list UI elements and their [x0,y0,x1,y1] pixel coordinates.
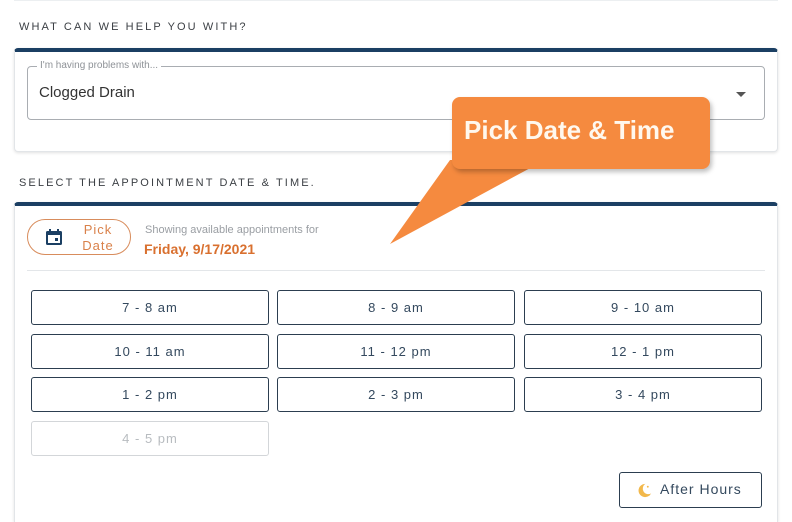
pick-date-button[interactable]: Pick Date [27,219,131,255]
time-slot-button[interactable]: 11 - 12 pm [277,334,515,369]
after-hours-button[interactable]: After Hours [619,472,762,508]
pick-date-label: Pick Date [78,222,118,254]
top-divider [14,0,778,1]
time-slot-button[interactable]: 7 - 8 am [31,290,269,325]
selected-date: Friday, 9/17/2021 [144,241,256,257]
time-slot-button[interactable]: 9 - 10 am [524,290,762,325]
time-slot-button[interactable]: 12 - 1 pm [524,334,762,369]
callout-text: Pick Date & Time [464,115,675,145]
help-section-heading: WHAT CAN WE HELP YOU WITH? [19,21,248,33]
problem-select-value: Clogged Drain [39,84,135,101]
showing-appointments-text: Showing available appointments for [145,224,319,236]
callout-pointer [390,160,540,244]
appointment-card: Pick Date Showing available appointments… [14,202,778,522]
time-slot-button[interactable]: 1 - 2 pm [31,377,269,412]
calendar-icon [46,229,62,245]
time-slot-button[interactable]: 3 - 4 pm [524,377,762,412]
time-slot-button[interactable]: 8 - 9 am [277,290,515,325]
pick-date-label-line1: Pick [83,222,113,237]
moon-icon [638,483,652,498]
after-hours-label: After Hours [660,481,742,497]
pick-date-label-line2: Date [82,238,114,253]
time-slot-button[interactable]: 2 - 3 pm [277,377,515,412]
callout-annotation: Pick Date & Time [452,97,710,169]
dropdown-arrow-icon[interactable] [736,92,746,97]
time-slot-button[interactable]: 10 - 11 am [31,334,269,369]
time-slot-button: 4 - 5 pm [31,421,269,456]
divider [27,270,765,271]
problem-select-label: I'm having problems with... [37,60,162,71]
appointment-section-heading: SELECT THE APPOINTMENT DATE & TIME. [19,177,316,189]
